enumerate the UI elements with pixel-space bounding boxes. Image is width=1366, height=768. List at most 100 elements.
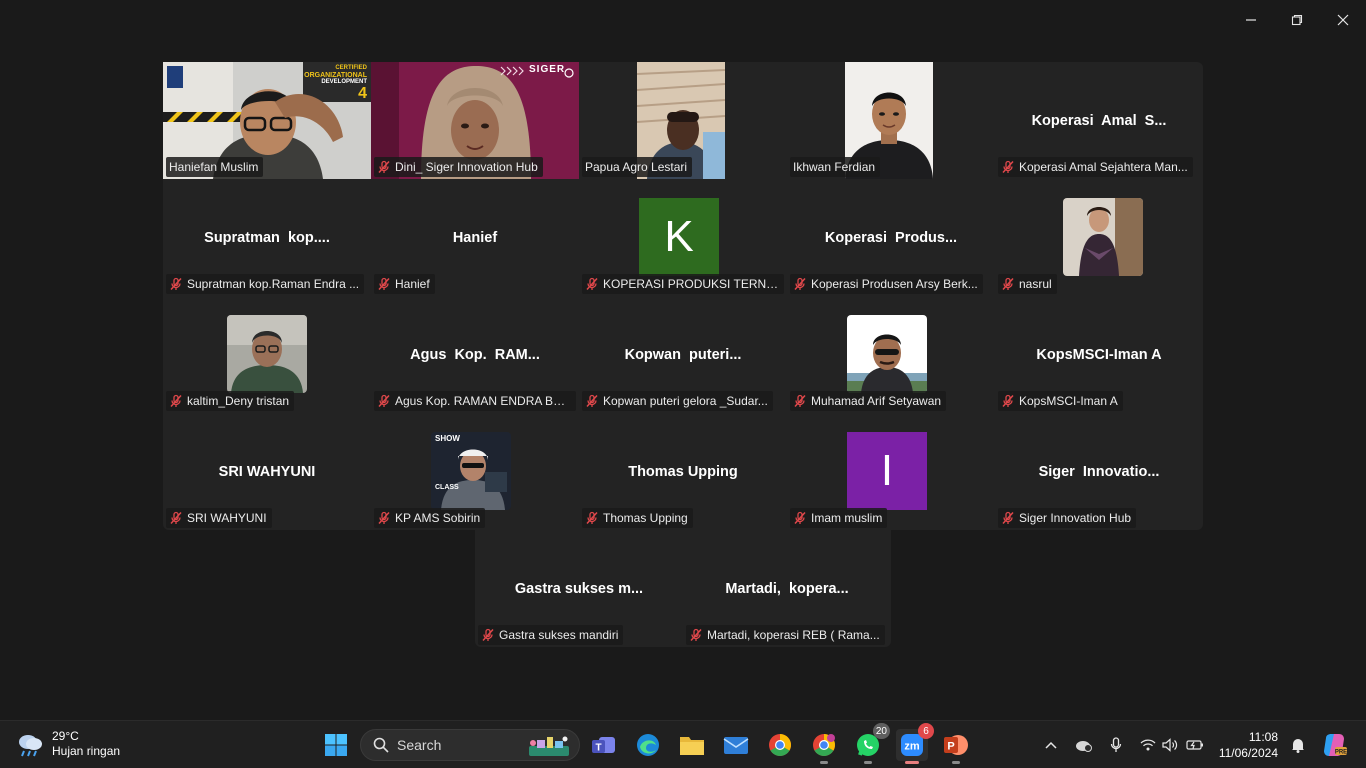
participant-tile[interactable]: Thomas Upping Thomas Upping — [579, 413, 787, 530]
battery-charging-icon — [1186, 740, 1203, 750]
participant-tile[interactable]: Siger Innovatio... Siger Innovation Hub — [995, 413, 1203, 530]
taskbar-edge[interactable] — [632, 729, 664, 761]
mic-muted-icon — [1002, 277, 1014, 291]
participant-tile[interactable]: CERTIFIED ORGANIZATIONAL DEVELOPMENT 4 Hanie… — [163, 62, 371, 179]
participant-name-label: Supratman kop.Raman Endra ... — [166, 274, 365, 294]
search-icon — [373, 737, 389, 753]
participant-name: kaltim_Deny tristan — [187, 394, 290, 408]
participant-tile[interactable]: K KOPERASI PRODUKSI TERNAK... — [579, 179, 787, 296]
participant-tile[interactable]: kaltim_Deny tristan — [163, 296, 371, 413]
participant-name: Siger Innovation Hub — [1019, 511, 1132, 525]
participant-name: nasrul — [1019, 277, 1052, 291]
taskbar-search[interactable]: Search — [360, 729, 580, 761]
taskbar-whatsapp[interactable]: 20 — [852, 723, 890, 764]
participant-name-label: Ikhwan Ferdian — [790, 157, 881, 177]
participant-name-label: nasrul — [998, 274, 1057, 294]
zoom-badge: 6 — [918, 723, 934, 739]
weather-widget[interactable]: 29°C Hujan ringan — [16, 729, 120, 759]
participant-name-label: Agus Kop. RAMAN ENDRA BE... — [374, 391, 576, 411]
participant-name: SRI WAHYUNI — [187, 511, 267, 525]
mic-muted-icon — [1002, 160, 1014, 174]
notifications-button[interactable] — [1290, 735, 1306, 755]
chrome-profile-icon — [813, 734, 835, 756]
mic-muted-icon — [794, 511, 806, 525]
svg-text:PRE: PRE — [1335, 750, 1347, 756]
mic-muted-icon — [794, 394, 806, 408]
restore-button[interactable] — [1274, 0, 1320, 40]
mic-muted-icon — [586, 277, 598, 291]
taskbar-mail[interactable] — [720, 729, 752, 761]
onedrive-tray[interactable] — [1074, 735, 1094, 755]
participant-tile[interactable]: Papua Agro Lestari — [579, 62, 787, 179]
mic-muted-icon — [482, 628, 494, 642]
participant-name: Thomas Upping — [603, 511, 688, 525]
participant-name-label: SRI WAHYUNI — [166, 508, 272, 528]
participant-name: Papua Agro Lestari — [585, 160, 688, 174]
participant-tile[interactable]: SIGER Dini_ Siger Innovation Hub — [371, 62, 579, 179]
participant-name: Koperasi Amal Sejahtera Man... — [1019, 160, 1188, 174]
participant-name-label: KP AMS Sobirin — [374, 508, 486, 528]
banner-number: 4 — [358, 85, 367, 102]
close-button[interactable] — [1320, 0, 1366, 40]
taskbar-teams[interactable]: T — [588, 729, 620, 761]
microphone-tray[interactable] — [1108, 735, 1124, 755]
participant-name: Martadi, koperasi REB ( Rama... — [707, 628, 880, 642]
participant-tile[interactable]: Muhamad Arif Setyawan — [787, 296, 995, 413]
running-indicator — [820, 761, 828, 764]
powerpoint-icon: P — [944, 735, 968, 755]
taskbar-chrome-profile[interactable] — [808, 729, 840, 764]
taskbar-zoom[interactable]: zm 6 — [896, 723, 934, 764]
mic-muted-icon — [378, 160, 390, 174]
participant-name: Dini_ Siger Innovation Hub — [395, 160, 538, 174]
participant-name: Haniefan Muslim — [169, 160, 259, 174]
participant-tile[interactable]: Ikhwan Ferdian — [787, 62, 995, 179]
copilot-button[interactable]: PRE — [1318, 729, 1350, 761]
participant-name: Koperasi Produsen Arsy Berk... — [811, 277, 978, 291]
banner-certified: CERTIFIED — [335, 65, 367, 71]
battery-tray[interactable] — [1186, 735, 1204, 755]
participant-tile[interactable]: KopsMSCI-Iman A KopsMSCI-Iman A — [995, 296, 1203, 413]
whatsapp-badge: 20 — [872, 723, 890, 739]
participant-tile[interactable]: nasrul — [995, 179, 1203, 296]
participant-name-label: Dini_ Siger Innovation Hub — [374, 157, 543, 177]
mic-muted-icon — [794, 277, 806, 291]
participant-tile[interactable]: Koperasi Produs... Koperasi Produsen Arsy… — [787, 179, 995, 296]
taskbar-clock[interactable]: 11:08 11/06/2024 — [1214, 729, 1278, 761]
participant-display-name: SRI WAHYUNI — [218, 463, 316, 480]
windows-icon — [325, 734, 347, 756]
participant-tile[interactable]: Gastra sukses m... Gastra sukses mandiri — [475, 530, 683, 647]
bell-icon — [1292, 739, 1304, 753]
participant-tile[interactable]: Martadi, kopera... Martadi, koperasi REB … — [683, 530, 891, 647]
mic-muted-icon — [690, 628, 702, 642]
participant-tile[interactable]: SHOW CLASS KP AMS Sobirin — [371, 413, 579, 530]
participant-tile[interactable]: Koperasi Amal S... Koperasi Amal Sejahter… — [995, 62, 1203, 179]
start-button[interactable] — [320, 729, 352, 761]
participant-tile[interactable]: Agus Kop. RAM... Agus Kop. RAMAN ENDRA BE… — [371, 296, 579, 413]
active-indicator — [905, 761, 919, 764]
participant-tile[interactable]: I Imam muslim — [787, 413, 995, 530]
participant-name-label: Papua Agro Lestari — [582, 157, 693, 177]
weather-temp: 29°C — [52, 729, 79, 743]
participant-name-label: Haniefan Muslim — [166, 157, 264, 177]
participant-tile[interactable]: Kopwan puteri... Kopwan puteri gelora _Su… — [579, 296, 787, 413]
minimize-button[interactable] — [1228, 0, 1274, 40]
volume-tray[interactable] — [1161, 735, 1179, 755]
mic-muted-icon — [1002, 394, 1014, 408]
running-indicator — [952, 761, 960, 764]
participant-tile[interactable]: SRI WAHYUNI SRI WAHYUNI — [163, 413, 371, 530]
taskbar-powerpoint[interactable]: P — [940, 729, 972, 764]
banner-organizational: ORGANIZATIONAL — [304, 72, 367, 79]
participant-display-name: KopsMSCI-Iman A — [1036, 346, 1162, 363]
network-tray[interactable] — [1139, 735, 1157, 755]
participant-tile[interactable]: Supratman kop.... Supratman kop.Raman End… — [163, 179, 371, 296]
profile-photo: SHOW CLASS — [431, 432, 511, 510]
show-hidden-icons[interactable] — [1043, 735, 1059, 755]
taskbar-file-explorer[interactable] — [676, 729, 708, 761]
participant-name-label: Martadi, koperasi REB ( Rama... — [686, 625, 885, 645]
taskbar-chrome[interactable] — [764, 729, 796, 761]
close-icon — [1337, 14, 1349, 26]
participant-name: Imam muslim — [811, 511, 883, 525]
mic-muted-icon — [586, 394, 598, 408]
participant-tile[interactable]: Hanief Hanief — [371, 179, 579, 296]
participant-name-label: Imam muslim — [790, 508, 888, 528]
